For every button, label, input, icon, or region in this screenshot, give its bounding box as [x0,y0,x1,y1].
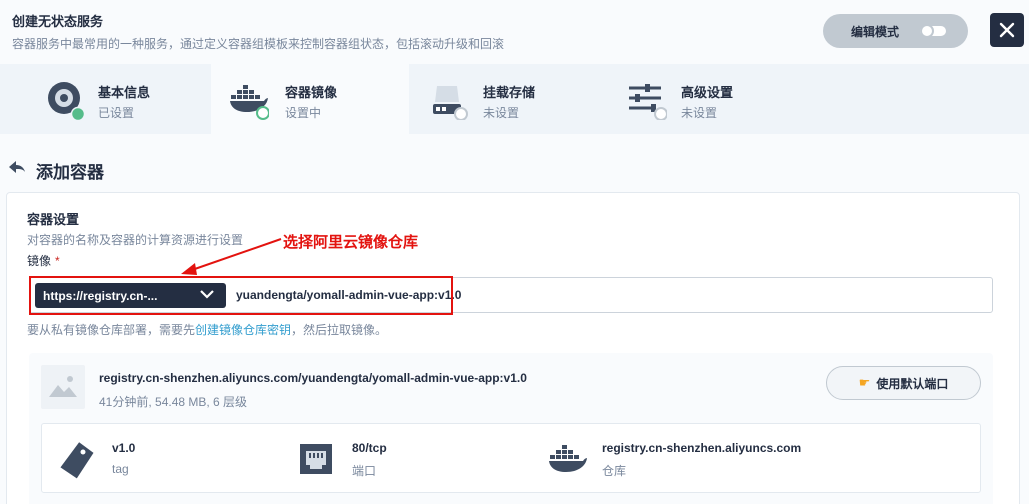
edit-mode-toggle[interactable]: 编辑模式 [823,14,968,48]
toggle-knob [920,24,934,38]
step-label: 挂载存储 [483,85,536,100]
image-field-label: 镜像 * [27,252,60,269]
step-label: 容器镜像 [285,85,338,100]
sliders-icon [629,84,667,120]
content-area: 添加容器 容器设置 对容器的名称及容器的计算资源进行设置 选择阿里云镜像仓库 镜… [0,134,1029,504]
close-icon [999,22,1015,38]
close-button[interactable] [990,13,1024,47]
storage-icon [433,86,468,120]
edit-mode-label: 编辑模式 [851,24,900,39]
section-title: 容器设置 [27,212,80,227]
step-status: 未设置 [681,106,718,120]
dialog-description: 容器服务中最常用的一种服务，通过定义容器组模板来控制容器组状态，包括滚动升级和回… [12,37,505,51]
docker-icon [230,85,269,120]
annotation-arrow [181,238,282,275]
registry-select[interactable]: https://registry.cn-... [35,283,226,308]
step-status: 设置中 [285,106,322,120]
create-secret-link[interactable]: 创建镜像仓库密钥 [195,323,291,337]
disc-icon [48,82,84,120]
detail-tag: v1.0 tag [42,424,282,494]
back-arrow-icon[interactable] [8,160,26,174]
image-full-name: registry.cn-shenzhen.aliyuncs.com/yuande… [99,371,527,385]
dialog-title: 创建无状态服务 [12,14,104,29]
step-status: 未设置 [483,106,520,120]
use-default-port-button[interactable]: ☛ 使用默认端口 [826,366,981,400]
help-text: 要从私有镜像仓库部署，需要先创建镜像仓库密钥，然后拉取镜像。 [27,321,387,338]
image-input[interactable]: https://registry.cn-... yuandengta/yomal… [29,277,993,313]
annotation-text: 选择阿里云镜像仓库 [283,234,419,251]
docker-icon [549,445,587,472]
hand-pointer-icon: ☛ [858,375,871,390]
registry-label: 仓库 [602,464,627,478]
tag-label: tag [112,462,129,476]
tab-mount-storage[interactable]: 挂载存储 未设置 [409,64,607,134]
registry-selected-value: https://registry.cn-... [43,288,158,303]
port-label: 端口 [352,464,377,478]
default-port-label: 使用默认端口 [876,376,949,391]
required-mark: * [55,254,60,268]
tab-container-image[interactable]: 容器镜像 设置中 [211,64,409,134]
step-status: 已设置 [98,106,135,120]
help-suffix: ，然后拉取镜像。 [291,323,388,337]
detail-port: 80/tcp 端口 [282,424,532,494]
tag-icon [60,442,94,479]
tab-advanced-settings[interactable]: 高级设置 未设置 [607,64,805,134]
page-title: 添加容器 [36,163,104,182]
registry-value: registry.cn-shenzhen.aliyuncs.com [602,441,802,455]
step-label: 基本信息 [98,85,151,100]
image-placeholder-icon [41,365,85,409]
dialog-header: 创建无状态服务 容器服务中最常用的一种服务，通过定义容器组模板来控制容器组状态，… [0,0,1029,64]
image-details: v1.0 tag 80/tcp 端口 registry.cn-shenzhen.… [41,423,981,493]
step-tabs: 基本信息 已设置 容器镜像 设置中 挂载存储 未设置 高级设置 未设置 [0,64,1029,134]
port-value: 80/tcp [352,441,387,455]
toggle-switch [920,24,946,38]
step-label: 高级设置 [681,85,734,100]
image-label-text: 镜像 [27,254,52,268]
image-meta: 41分钟前, 54.48 MB, 6 层级 [99,395,248,409]
port-icon [300,444,332,474]
tag-value: v1.0 [112,441,136,455]
help-prefix: 要从私有镜像仓库部署，需要先 [27,323,196,337]
detail-registry: registry.cn-shenzhen.aliyuncs.com 仓库 [532,424,972,494]
chevron-down-icon [200,290,214,299]
container-settings-panel: 容器设置 对容器的名称及容器的计算资源进行设置 选择阿里云镜像仓库 镜像 * ht… [6,192,1020,504]
tab-basic-info[interactable]: 基本信息 已设置 [12,64,210,134]
image-info-card: registry.cn-shenzhen.aliyuncs.com/yuande… [29,353,993,504]
image-name-value: yuandengta/yomall-admin-vue-app:v1.0 [236,288,462,302]
